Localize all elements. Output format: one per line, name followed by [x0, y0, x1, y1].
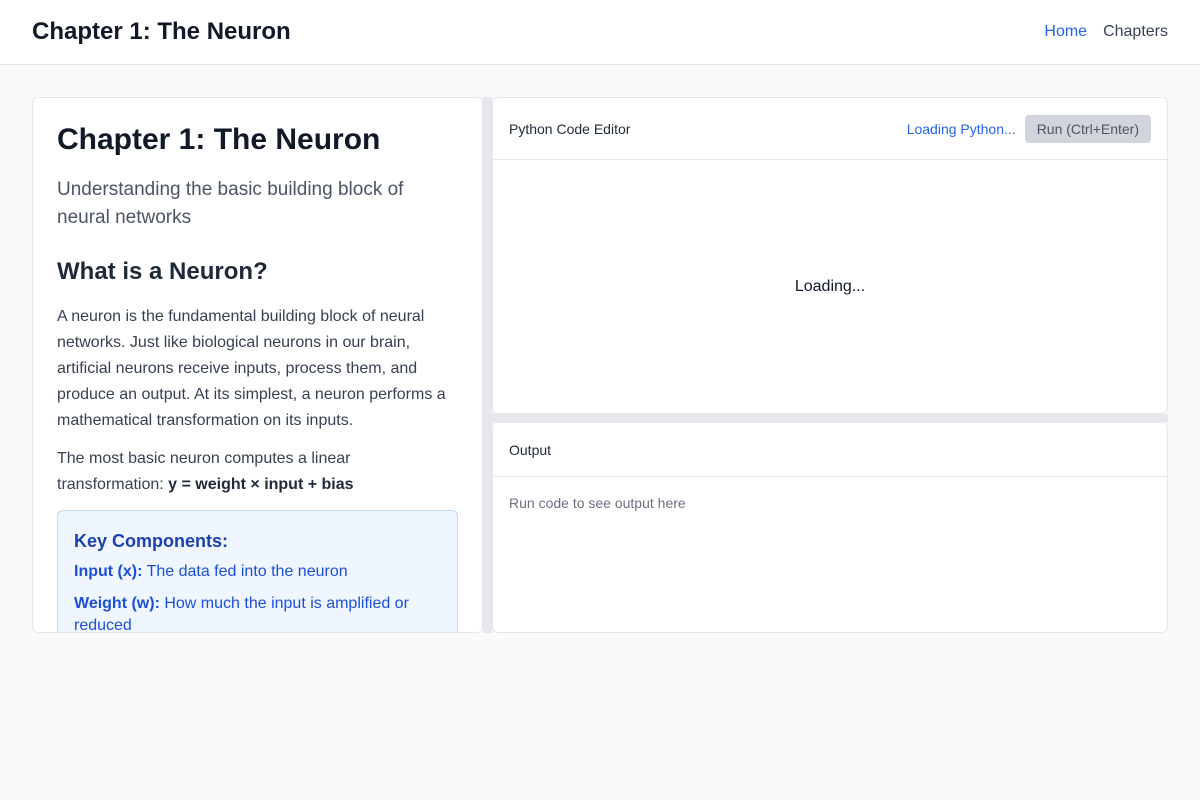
- key-component-item: Input (x): The data fed into the neuron: [74, 561, 441, 583]
- output-label: Output: [509, 441, 552, 458]
- run-button[interactable]: Run (Ctrl+Enter): [1024, 114, 1151, 143]
- editor-label: Python Code Editor: [509, 120, 631, 137]
- editor-header: Python Code Editor Loading Python... Run…: [493, 98, 1167, 160]
- python-loading-status: Loading Python...: [906, 120, 1016, 137]
- output-header: Output: [493, 423, 1167, 477]
- lesson-paragraph-formula: The most basic neuron computes a linear …: [57, 446, 458, 498]
- formula: y = weight × input + bias: [168, 476, 354, 493]
- horizontal-resize-handle[interactable]: [492, 414, 1168, 422]
- key-components-box: Key Components: Input (x): The data fed …: [57, 510, 458, 632]
- output-placeholder: Run code to see output here: [509, 495, 686, 511]
- lesson-paragraph: A neuron is the fundamental building blo…: [57, 308, 446, 429]
- vertical-resize-handle[interactable]: [483, 97, 492, 633]
- key-component-term: Weight (w):: [74, 595, 160, 612]
- nav-link-chapters[interactable]: Chapters: [1103, 23, 1168, 41]
- top-nav: Home Chapters: [1044, 23, 1168, 41]
- section-heading: What is a Neuron?: [57, 258, 268, 285]
- code-editor-area[interactable]: Loading...: [493, 160, 1167, 413]
- key-component-term: Input (x):: [74, 563, 143, 580]
- output-panel: Output Run code to see output here: [492, 422, 1168, 633]
- key-components-heading: Key Components:: [74, 531, 229, 551]
- editor-header-actions: Loading Python... Run (Ctrl+Enter): [906, 114, 1151, 143]
- nav-link-home[interactable]: Home: [1044, 23, 1087, 41]
- key-component-item: Weight (w): How much the input is amplif…: [74, 593, 441, 632]
- key-component-desc: The data fed into the neuron: [142, 563, 348, 580]
- top-bar: Chapter 1: The Neuron Home Chapters: [0, 0, 1200, 65]
- lesson-title: Chapter 1: The Neuron: [57, 123, 381, 156]
- editor-loading-text: Loading...: [794, 278, 866, 295]
- page-title: Chapter 1: The Neuron: [32, 18, 291, 45]
- lesson-subtitle: Understanding the basic building block o…: [57, 179, 404, 228]
- lesson-panel[interactable]: Chapter 1: The Neuron Understanding the …: [32, 97, 483, 633]
- code-editor-panel: Python Code Editor Loading Python... Run…: [492, 97, 1168, 414]
